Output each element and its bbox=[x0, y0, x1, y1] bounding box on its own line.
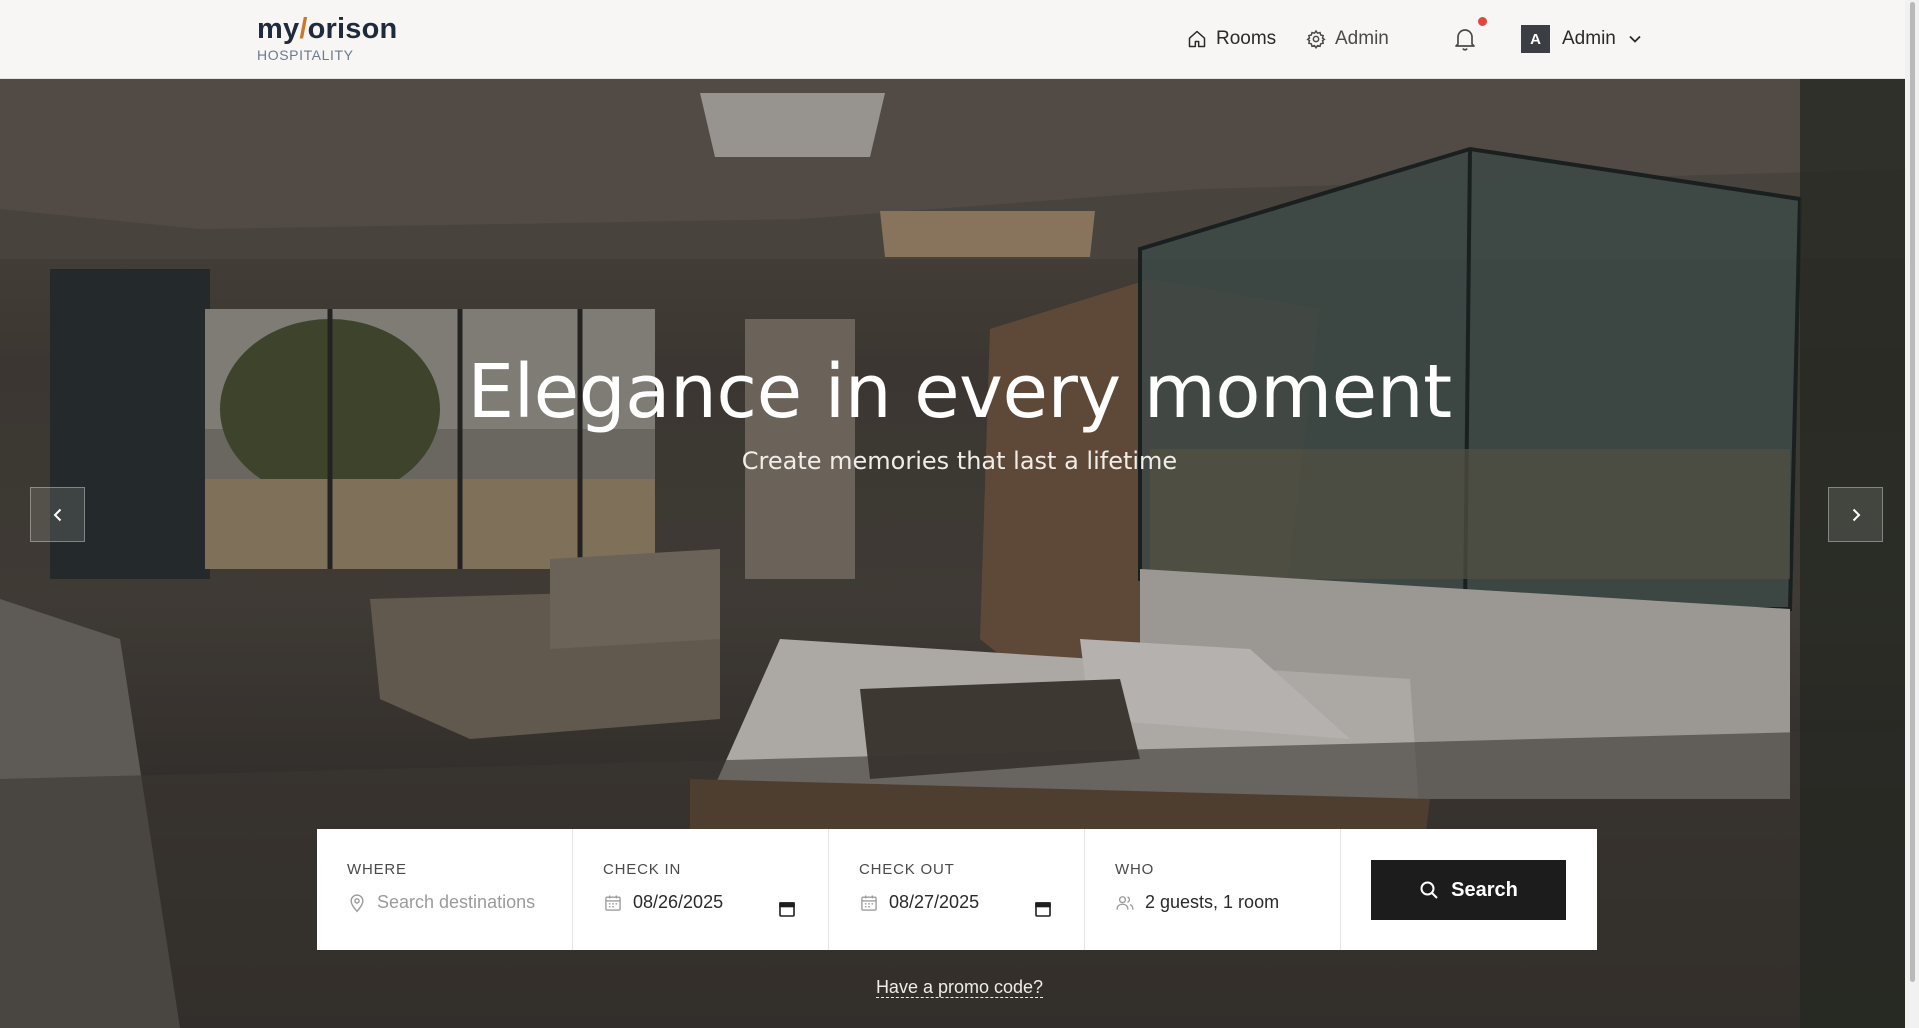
promo-code-link[interactable]: Have a promo code? bbox=[875, 977, 1044, 998]
check-out-value: 08/27/2025 bbox=[889, 892, 980, 912]
hero-title: Elegance in every moment bbox=[467, 349, 1452, 435]
avatar: A bbox=[1521, 25, 1550, 53]
brand-name: my/orison bbox=[257, 13, 398, 45]
search-icon bbox=[1420, 881, 1438, 899]
users-icon bbox=[1116, 895, 1134, 910]
carousel-next-button[interactable] bbox=[1828, 487, 1883, 542]
bell-icon[interactable] bbox=[1453, 26, 1477, 52]
hero-subtitle: Create memories that last a lifetime bbox=[741, 447, 1178, 475]
brand-subtitle: HOSPITALITY bbox=[257, 47, 354, 63]
nav-admin-label: Admin bbox=[1335, 28, 1389, 49]
calendar-icon bbox=[861, 895, 877, 911]
scrollbar-thumb[interactable] bbox=[1910, 2, 1915, 982]
guests-value: 2 guests, 1 room bbox=[1145, 892, 1280, 912]
check-in-field[interactable]: CHECK IN 08/26/2025 bbox=[573, 829, 829, 950]
user-menu[interactable]: A Admin bbox=[1521, 25, 1642, 53]
check-in-label: CHECK IN bbox=[603, 861, 682, 878]
destination-placeholder: Search destinations bbox=[377, 892, 536, 912]
calendar-icon bbox=[605, 895, 621, 911]
check-in-calendar-icon[interactable] bbox=[778, 900, 796, 918]
brand-logo[interactable]: my/orison HOSPITALITY bbox=[257, 14, 397, 63]
check-out-label: CHECK OUT bbox=[859, 861, 955, 878]
guests-selector[interactable]: 2 guests, 1 room bbox=[1115, 892, 1340, 913]
gear-icon bbox=[1306, 29, 1326, 49]
map-pin-icon bbox=[350, 893, 364, 912]
home-icon bbox=[1188, 30, 1206, 48]
check-in-value: 08/26/2025 bbox=[633, 892, 724, 912]
destination-input[interactable]: Search destinations bbox=[347, 892, 572, 913]
nav-admin-link[interactable]: Admin bbox=[1306, 26, 1389, 52]
where-field[interactable]: WHERE Search destinations bbox=[317, 829, 573, 950]
chevron-left-icon bbox=[53, 508, 61, 521]
check-out-field[interactable]: CHECK OUT 08/27/2025 bbox=[829, 829, 1085, 950]
promo-code-row: Have a promo code? bbox=[0, 977, 1919, 998]
nav-rooms-link[interactable]: Rooms bbox=[1187, 26, 1276, 52]
search-button[interactable]: Search bbox=[1371, 860, 1566, 920]
who-label: WHO bbox=[1115, 861, 1155, 878]
where-label: WHERE bbox=[347, 861, 407, 878]
carousel-prev-button[interactable] bbox=[30, 487, 85, 542]
nav-rooms-label: Rooms bbox=[1216, 28, 1277, 49]
search-button-label: Search bbox=[1451, 878, 1518, 901]
chevron-down-icon bbox=[1629, 35, 1641, 43]
who-field[interactable]: WHO 2 guests, 1 room bbox=[1085, 829, 1341, 950]
user-name: Admin bbox=[1562, 28, 1616, 49]
check-out-calendar-icon[interactable] bbox=[1034, 900, 1052, 918]
notification-badge bbox=[1478, 17, 1487, 26]
chevron-right-icon bbox=[1852, 508, 1860, 521]
top-header: my/orison HOSPITALITY Rooms Admin A Admi… bbox=[0, 0, 1919, 79]
